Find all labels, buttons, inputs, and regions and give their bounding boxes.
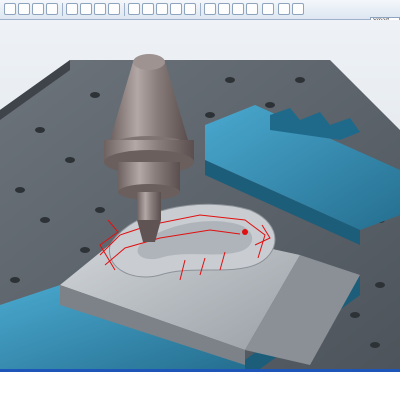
main-toolbar — [0, 0, 400, 20]
zoom-icon[interactable] — [46, 3, 58, 15]
pan-icon[interactable] — [66, 3, 78, 15]
record-icon[interactable] — [246, 3, 258, 15]
toolpath-point — [242, 229, 248, 235]
toolbar-separator — [62, 3, 63, 16]
wireframe-view-icon[interactable] — [108, 3, 120, 15]
fit-view-icon[interactable] — [80, 3, 92, 15]
target-icon[interactable] — [292, 3, 304, 15]
status-bar — [0, 369, 400, 400]
cutting-tool-shank — [137, 192, 161, 220]
toolpath-icon[interactable] — [184, 3, 196, 15]
grid-icon[interactable] — [170, 3, 182, 15]
toolbar-separator — [124, 3, 125, 16]
snap-icon[interactable] — [156, 3, 168, 15]
measure-icon[interactable] — [142, 3, 154, 15]
toolbar-separator — [200, 3, 201, 16]
select-icon[interactable] — [4, 3, 16, 15]
stop-icon[interactable] — [232, 3, 244, 15]
cursor-icon[interactable] — [128, 3, 140, 15]
settings-icon[interactable] — [262, 3, 274, 15]
frame-icon[interactable] — [278, 3, 290, 15]
simulate-icon[interactable] — [204, 3, 216, 15]
machining-scene — [0, 20, 400, 369]
3d-viewport[interactable] — [0, 20, 400, 369]
move-icon[interactable] — [18, 3, 30, 15]
tool-holder-top — [133, 54, 165, 70]
rotate-icon[interactable] — [32, 3, 44, 15]
play-icon[interactable] — [218, 3, 230, 15]
shaded-view-icon[interactable] — [94, 3, 106, 15]
